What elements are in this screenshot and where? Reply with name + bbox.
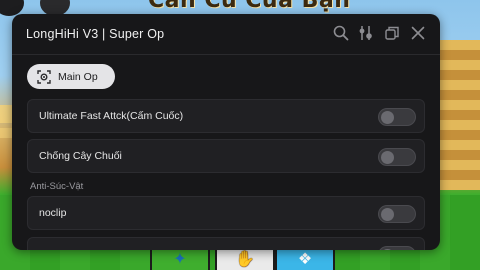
restore-icon[interactable] (383, 24, 401, 42)
toggle-row-chong-cay-chuoi[interactable]: Chống Cây Chuối (27, 139, 425, 173)
tab-main-op-label: Main Op (58, 70, 98, 83)
close-icon[interactable] (409, 24, 427, 42)
title-bar[interactable]: LongHiHi V3 | Super Op (12, 14, 440, 54)
tab-content: Ultimate Fast Attck(Cấm Cuốc) Chống Cây … (12, 99, 440, 250)
toggle-knob (381, 208, 394, 221)
noclip-toggle[interactable] (378, 205, 416, 223)
toggle-knob (381, 111, 394, 124)
window-title: LongHiHi V3 | Super Op (26, 27, 165, 41)
hand-icon: ✋ (235, 251, 255, 268)
tools-icon[interactable] (357, 24, 375, 42)
row-label: Chống Cây Chuối (39, 150, 122, 162)
toggle-row-partial[interactable] (27, 237, 425, 250)
row-label: Ultimate Fast Attck(Cấm Cuốc) (39, 110, 184, 122)
background-wall (435, 40, 480, 190)
background-sign-text: Cần Cù Của Bạn (148, 0, 351, 13)
ultimate-fast-attack-toggle[interactable] (378, 108, 416, 126)
toggle-knob (381, 249, 394, 250)
section-header-anti-suc-vat: Anti-Súc-Vật (30, 181, 84, 192)
item-icon: ❖ (297, 251, 313, 268)
toggle-row-ultimate-fast-attack[interactable]: Ultimate Fast Attck(Cấm Cuốc) (27, 99, 425, 133)
partial-toggle[interactable] (378, 246, 416, 250)
tab-main-op[interactable]: Main Op (27, 64, 115, 89)
toggle-row-noclip[interactable]: noclip (27, 196, 425, 230)
title-divider (12, 54, 440, 55)
row-label: noclip (39, 207, 67, 219)
item-icon: ✦ (173, 251, 187, 268)
target-icon (37, 69, 51, 84)
search-icon[interactable] (332, 24, 350, 42)
script-window: LongHiHi V3 | Super Op Main Op Ultimate … (12, 14, 440, 250)
toggle-knob (381, 151, 394, 164)
chong-cay-chuoi-toggle[interactable] (378, 148, 416, 166)
